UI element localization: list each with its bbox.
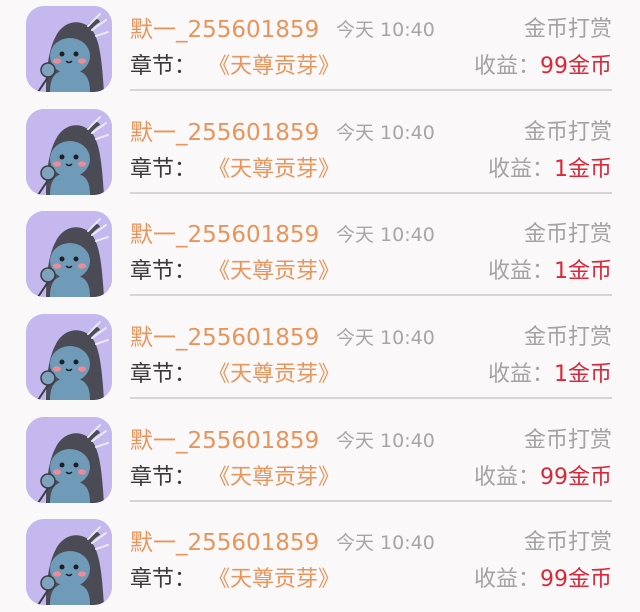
username[interactable]: 默一_255601859 bbox=[130, 527, 319, 559]
timestamp: 今天 10:40 bbox=[336, 430, 435, 452]
username[interactable]: 默一_255601859 bbox=[130, 14, 319, 46]
income-value: 99金币 bbox=[540, 567, 612, 592]
reward-type: 金币打赏 bbox=[523, 17, 612, 42]
reward-type: 金币打赏 bbox=[523, 222, 612, 247]
income-value: 1金币 bbox=[554, 157, 612, 182]
chapter-title[interactable]: 《天尊贡芽》 bbox=[208, 462, 340, 494]
record-header: 默一_255601859 今天 10:40 金币打赏 bbox=[130, 219, 612, 251]
timestamp: 今天 10:40 bbox=[336, 122, 435, 144]
divider bbox=[130, 89, 612, 91]
income: 收益：99金币 bbox=[474, 564, 612, 596]
chapter-title[interactable]: 《天尊贡芽》 bbox=[208, 564, 340, 596]
username[interactable]: 默一_255601859 bbox=[130, 322, 319, 354]
income: 收益：1金币 bbox=[488, 154, 612, 186]
username[interactable]: 默一_255601859 bbox=[130, 425, 319, 457]
income-label: 收益： bbox=[473, 465, 540, 490]
timestamp: 今天 10:40 bbox=[336, 532, 435, 554]
username[interactable]: 默一_255601859 bbox=[130, 117, 319, 149]
income-value: 99金币 bbox=[540, 465, 612, 490]
income: 收益：1金币 bbox=[488, 359, 612, 391]
user-avatar-icon[interactable] bbox=[26, 519, 112, 605]
user-avatar-icon[interactable] bbox=[26, 417, 112, 503]
income-label: 收益： bbox=[473, 567, 540, 592]
income-label: 收益： bbox=[487, 362, 554, 387]
income-value: 99金币 bbox=[540, 54, 612, 79]
record-detail: 章节： 《天尊贡芽》 收益：1金币 bbox=[130, 359, 612, 391]
record-item[interactable]: 默一_255601859 今天 10:40 金币打赏 章节： 《天尊贡芽》 收益… bbox=[0, 205, 640, 307]
reward-type: 金币打赏 bbox=[523, 120, 612, 145]
reward-type: 金币打赏 bbox=[523, 428, 612, 453]
income-label: 收益： bbox=[473, 54, 540, 79]
timestamp: 今天 10:40 bbox=[336, 19, 435, 41]
record-header: 默一_255601859 今天 10:40 金币打赏 bbox=[130, 322, 612, 354]
username[interactable]: 默一_255601859 bbox=[130, 219, 319, 251]
income: 收益：99金币 bbox=[474, 51, 612, 83]
divider bbox=[130, 294, 612, 296]
reward-type: 金币打赏 bbox=[523, 325, 612, 350]
income-value: 1金币 bbox=[554, 259, 612, 284]
chapter-title[interactable]: 《天尊贡芽》 bbox=[208, 154, 340, 186]
user-avatar-icon[interactable] bbox=[26, 314, 112, 400]
record-item[interactable]: 默一_255601859 今天 10:40 金币打赏 章节： 《天尊贡芽》 收益… bbox=[0, 0, 640, 102]
record-detail: 章节： 《天尊贡芽》 收益：1金币 bbox=[130, 154, 612, 186]
chapter-label: 章节： bbox=[130, 567, 197, 592]
record-detail: 章节： 《天尊贡芽》 收益：99金币 bbox=[130, 462, 612, 494]
chapter-label: 章节： bbox=[130, 54, 197, 79]
user-avatar-icon[interactable] bbox=[26, 211, 112, 297]
divider bbox=[130, 500, 612, 502]
record-header: 默一_255601859 今天 10:40 金币打赏 bbox=[130, 425, 612, 457]
reward-record-list: 默一_255601859 今天 10:40 金币打赏 章节： 《天尊贡芽》 收益… bbox=[0, 0, 640, 612]
record-detail: 章节： 《天尊贡芽》 收益：99金币 bbox=[130, 564, 612, 596]
chapter-title[interactable]: 《天尊贡芽》 bbox=[208, 256, 340, 288]
user-avatar-icon[interactable] bbox=[26, 109, 112, 195]
chapter-title[interactable]: 《天尊贡芽》 bbox=[208, 51, 340, 83]
record-header: 默一_255601859 今天 10:40 金币打赏 bbox=[130, 527, 612, 559]
chapter-label: 章节： bbox=[130, 465, 197, 490]
record-item[interactable]: 默一_255601859 今天 10:40 金币打赏 章节： 《天尊贡芽》 收益… bbox=[0, 103, 640, 205]
record-detail: 章节： 《天尊贡芽》 收益：99金币 bbox=[130, 51, 612, 83]
user-avatar-icon[interactable] bbox=[26, 6, 112, 92]
income: 收益：1金币 bbox=[488, 256, 612, 288]
timestamp: 今天 10:40 bbox=[336, 224, 435, 246]
record-detail: 章节： 《天尊贡芽》 收益：1金币 bbox=[130, 256, 612, 288]
income-label: 收益： bbox=[487, 157, 554, 182]
timestamp: 今天 10:40 bbox=[336, 327, 435, 349]
record-item[interactable]: 默一_255601859 今天 10:40 金币打赏 章节： 《天尊贡芽》 收益… bbox=[0, 411, 640, 513]
income-value: 1金币 bbox=[554, 362, 612, 387]
divider bbox=[130, 192, 612, 194]
chapter-label: 章节： bbox=[130, 259, 197, 284]
record-item[interactable]: 默一_255601859 今天 10:40 金币打赏 章节： 《天尊贡芽》 收益… bbox=[0, 513, 640, 612]
record-item[interactable]: 默一_255601859 今天 10:40 金币打赏 章节： 《天尊贡芽》 收益… bbox=[0, 308, 640, 410]
income: 收益：99金币 bbox=[474, 462, 612, 494]
chapter-label: 章节： bbox=[130, 362, 197, 387]
reward-type: 金币打赏 bbox=[523, 530, 612, 555]
income-label: 收益： bbox=[487, 259, 554, 284]
record-header: 默一_255601859 今天 10:40 金币打赏 bbox=[130, 117, 612, 149]
divider bbox=[130, 397, 612, 399]
chapter-label: 章节： bbox=[130, 157, 197, 182]
record-header: 默一_255601859 今天 10:40 金币打赏 bbox=[130, 14, 612, 46]
chapter-title[interactable]: 《天尊贡芽》 bbox=[208, 359, 340, 391]
